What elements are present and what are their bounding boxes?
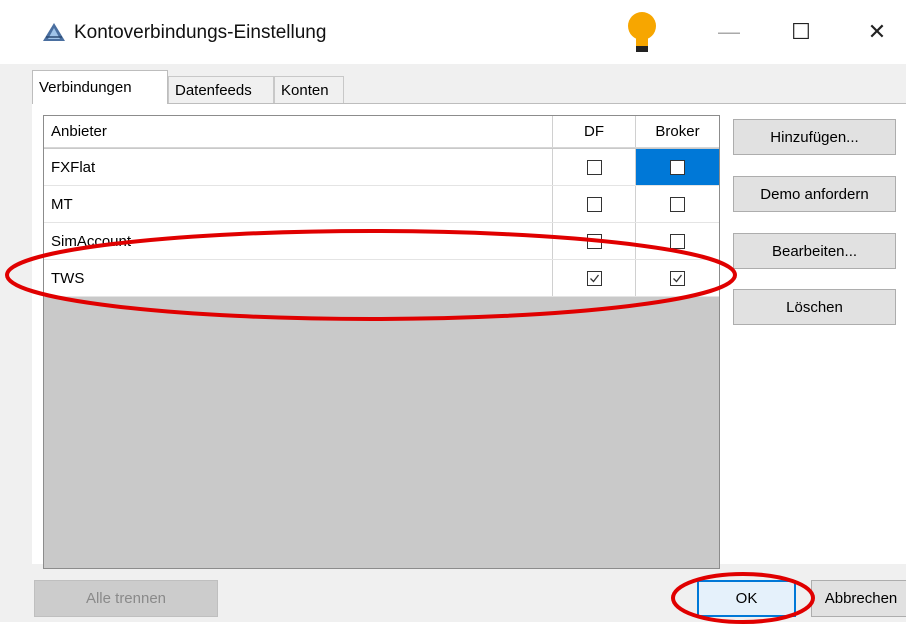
row-provider-name: SimAccount [44,223,553,259]
broker-checkbox[interactable] [670,233,685,249]
cancel-button[interactable]: Abbrechen [811,580,906,617]
dialog-window: Kontoverbindungs-Einstellung — ☐ ✕ Verbi… [0,0,906,624]
title-bar[interactable]: Kontoverbindungs-Einstellung — ☐ ✕ [0,0,906,64]
df-checkbox[interactable] [586,270,602,286]
df-cell [553,149,636,185]
app-icon [43,23,65,41]
tab-verbindungen[interactable]: Verbindungen [32,70,168,104]
close-icon: ✕ [867,19,887,44]
df-checkbox[interactable] [586,233,602,249]
table-row[interactable]: FXFlat [44,149,719,186]
df-cell [553,260,636,296]
request-demo-button[interactable]: Demo anfordern [733,176,896,212]
df-cell [553,186,636,222]
add-button[interactable]: Hinzufügen... [733,119,896,155]
tab-konten[interactable]: Konten [274,76,344,103]
column-header-broker[interactable]: Broker [636,116,719,147]
table-row[interactable]: TWS [44,260,719,297]
minimize-button[interactable]: — [705,14,753,50]
column-header-anbieter[interactable]: Anbieter [44,116,553,147]
minimize-icon: — [718,19,740,44]
broker-cell [636,223,719,259]
column-header-df[interactable]: DF [553,116,636,147]
broker-checkbox[interactable] [670,159,685,175]
row-provider-name: TWS [44,260,553,296]
checkmark-icon [673,274,683,282]
df-checkbox[interactable] [586,196,602,212]
row-provider-name: FXFlat [44,149,553,185]
close-button[interactable]: ✕ [853,14,901,50]
lightbulb-icon[interactable] [622,8,662,56]
maximize-icon: ☐ [791,19,811,44]
table-row[interactable]: MT [44,186,719,223]
grid-header: Anbieter DF Broker [44,116,719,148]
window-title: Kontoverbindungs-Einstellung [74,22,327,43]
tab-datenfeeds[interactable]: Datenfeeds [168,76,274,103]
broker-cell [636,260,719,296]
table-row[interactable]: SimAccount [44,223,719,260]
checkmark-icon [589,274,599,282]
maximize-button[interactable]: ☐ [777,14,825,50]
broker-checkbox[interactable] [670,270,685,286]
broker-cell [636,149,719,185]
broker-cell [636,186,719,222]
ok-button[interactable]: OK [697,580,796,617]
connections-grid: Anbieter DF Broker FXFlat MT SimAccount … [43,115,720,569]
edit-button[interactable]: Bearbeiten... [733,233,896,269]
broker-checkbox[interactable] [670,196,685,212]
df-cell [553,223,636,259]
df-checkbox[interactable] [586,159,602,175]
disconnect-all-button[interactable]: Alle trennen [34,580,218,617]
row-provider-name: MT [44,186,553,222]
delete-button[interactable]: Löschen [733,289,896,325]
